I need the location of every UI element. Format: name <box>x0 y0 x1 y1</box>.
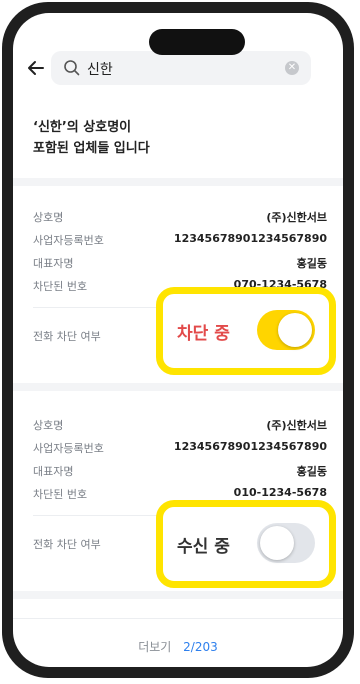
blocking-status-label: 차단 중 <box>177 324 230 344</box>
biz-no-value: 12345678901234567890 <box>173 440 327 453</box>
page-indicator: 2/203 <box>183 640 218 654</box>
load-more-button[interactable]: 더보기 <box>138 640 171 654</box>
search-query: 신한 <box>87 62 113 78</box>
receiving-callout: 수신 중 <box>156 500 336 588</box>
clear-icon[interactable]: ✕ <box>285 61 299 75</box>
company-label: 상호명 <box>33 419 64 432</box>
block-toggle-switch[interactable] <box>257 523 315 563</box>
ceo-label: 대표자명 <box>33 465 74 478</box>
ceo-value: 홍길동 <box>296 257 327 270</box>
result-headline: ‘신한’의 상호명이 포함된 업체들 입니다 <box>33 117 323 159</box>
ceo-label: 대표자명 <box>33 257 74 270</box>
company-row: 상호명 (주)신한서브 <box>33 209 327 232</box>
section-divider <box>13 178 343 186</box>
search-input[interactable]: 신한 ✕ <box>51 51 311 85</box>
blocked-number-value: 010-1234-5678 <box>233 486 327 499</box>
section-divider <box>13 591 343 599</box>
biz-no-label: 사업자등록번호 <box>33 234 104 247</box>
toggle-knob <box>260 526 294 560</box>
block-toggle-label: 전화 차단 여부 <box>33 330 101 343</box>
biz-no-row: 사업자등록번호 12345678901234567890 <box>33 440 327 463</box>
company-value: (주)신한서브 <box>266 419 327 432</box>
ceo-row: 대표자명 홍길동 <box>33 255 327 278</box>
company-label: 상호명 <box>33 211 64 224</box>
dynamic-island <box>149 29 245 55</box>
block-toggle-switch[interactable] <box>257 310 315 350</box>
search-icon <box>64 60 80 76</box>
biz-no-row: 사업자등록번호 12345678901234567890 <box>33 232 327 255</box>
ceo-row: 대표자명 홍길동 <box>33 463 327 486</box>
footer-divider <box>13 618 343 619</box>
pagination-footer: 더보기 2/203 <box>13 638 343 655</box>
section-divider <box>13 383 343 391</box>
biz-no-value: 12345678901234567890 <box>173 232 327 245</box>
blocked-number-label: 차단된 번호 <box>33 488 88 501</box>
headline-line2: 포함된 업체들 입니다 <box>33 141 150 156</box>
receiving-status-label: 수신 중 <box>177 537 230 557</box>
company-value: (주)신한서브 <box>266 211 327 224</box>
company-row: 상호명 (주)신한서브 <box>33 417 327 440</box>
biz-no-label: 사업자등록번호 <box>33 442 104 455</box>
back-arrow-icon[interactable] <box>23 55 49 81</box>
blocked-number-label: 차단된 번호 <box>33 280 88 293</box>
toggle-knob <box>278 313 312 347</box>
blocking-callout: 차단 중 <box>156 287 336 375</box>
search-header: 신한 ✕ <box>13 49 343 97</box>
headline-line1: ‘신한’의 상호명이 <box>33 120 132 135</box>
ceo-value: 홍길동 <box>296 465 327 478</box>
block-toggle-label: 전화 차단 여부 <box>33 538 101 551</box>
